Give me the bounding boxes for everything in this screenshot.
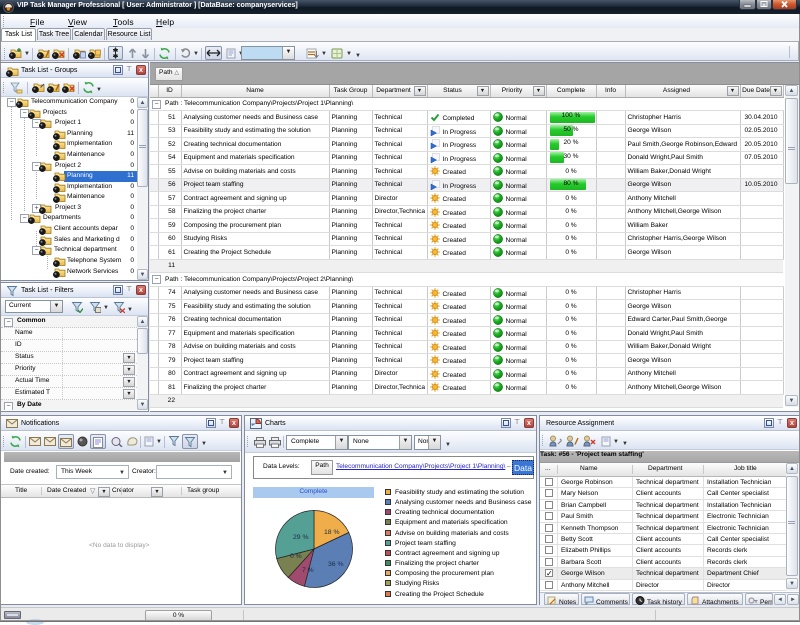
- svg-text:29 %: 29 %: [293, 534, 309, 541]
- svg-text:36 %: 36 %: [328, 561, 344, 568]
- svg-text:18 %: 18 %: [324, 529, 340, 536]
- svg-text:0 %: 0 %: [290, 553, 302, 560]
- svg-text:7 %: 7 %: [302, 567, 314, 574]
